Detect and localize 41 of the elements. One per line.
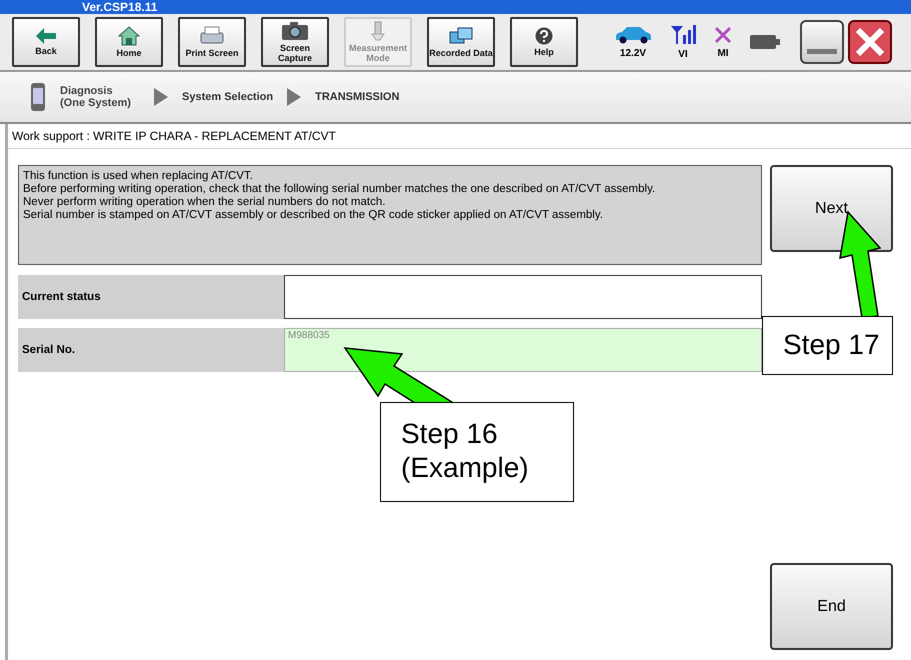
callout-label: Step 17 — [762, 316, 893, 375]
camera-icon — [281, 21, 309, 41]
next-button[interactable]: Next — [770, 165, 893, 252]
triangle-icon — [154, 88, 168, 106]
breadcrumb-item[interactable]: Diagnosis (One System) — [60, 85, 140, 109]
work-support-title: Work support : WRITE IP CHARA - REPLACEMENT AT/CVT — [8, 124, 911, 149]
field-label: Current status — [18, 275, 284, 319]
house-icon — [118, 26, 140, 46]
value-field: M988035 — [284, 328, 762, 372]
close-button[interactable] — [848, 20, 892, 64]
indicator-label: MI — [717, 48, 729, 58]
breadcrumb-item[interactable]: TRANSMISSION — [315, 91, 400, 103]
minimize-button[interactable] — [800, 20, 844, 64]
version-label: Ver.CSP18.11 — [82, 0, 158, 14]
device-icon — [30, 82, 46, 112]
signal-icon — [670, 24, 696, 44]
indicator-label: VI — [678, 48, 688, 60]
end-button[interactable]: End — [770, 563, 893, 650]
battery-icon — [750, 34, 780, 50]
triangle-icon — [287, 88, 302, 106]
back-arrow-icon — [36, 28, 56, 44]
cross-icon — [714, 26, 732, 44]
callout-label: Step 16 (Example) — [380, 402, 574, 502]
instruction-text: Never perform writing operation when the serial numbers do not match. — [23, 196, 386, 209]
toolbar-button[interactable]: Screen Capture — [261, 17, 329, 67]
toolbar-button[interactable]: Home — [95, 17, 163, 67]
instruction-text: This function is used when replacing AT/CVT. — [23, 170, 254, 183]
instruction-text: Before performing writing operation, check that the following serial number matches the one described on AT/CVT assembly. — [23, 183, 656, 196]
help-icon — [535, 27, 553, 45]
probe-icon — [368, 21, 388, 41]
field-label: Serial No. — [18, 328, 284, 372]
toolbar-button[interactable]: Print Screen — [178, 17, 246, 67]
toolbar-button[interactable]: Recorded Data — [427, 17, 495, 67]
instruction-text: Serial number is stamped on AT/CVT assembly or described on the QR code sticker applied on AT/CVT assembly. — [23, 209, 604, 222]
printer-icon — [199, 26, 225, 46]
indicator-label: 12.2V — [620, 48, 646, 58]
folders-icon — [448, 26, 474, 46]
toolbar-button[interactable]: Back — [12, 17, 80, 67]
car-icon — [614, 26, 652, 44]
toolbar-button[interactable]: Help — [510, 17, 578, 67]
breadcrumb-item[interactable]: System Selection — [182, 91, 274, 103]
